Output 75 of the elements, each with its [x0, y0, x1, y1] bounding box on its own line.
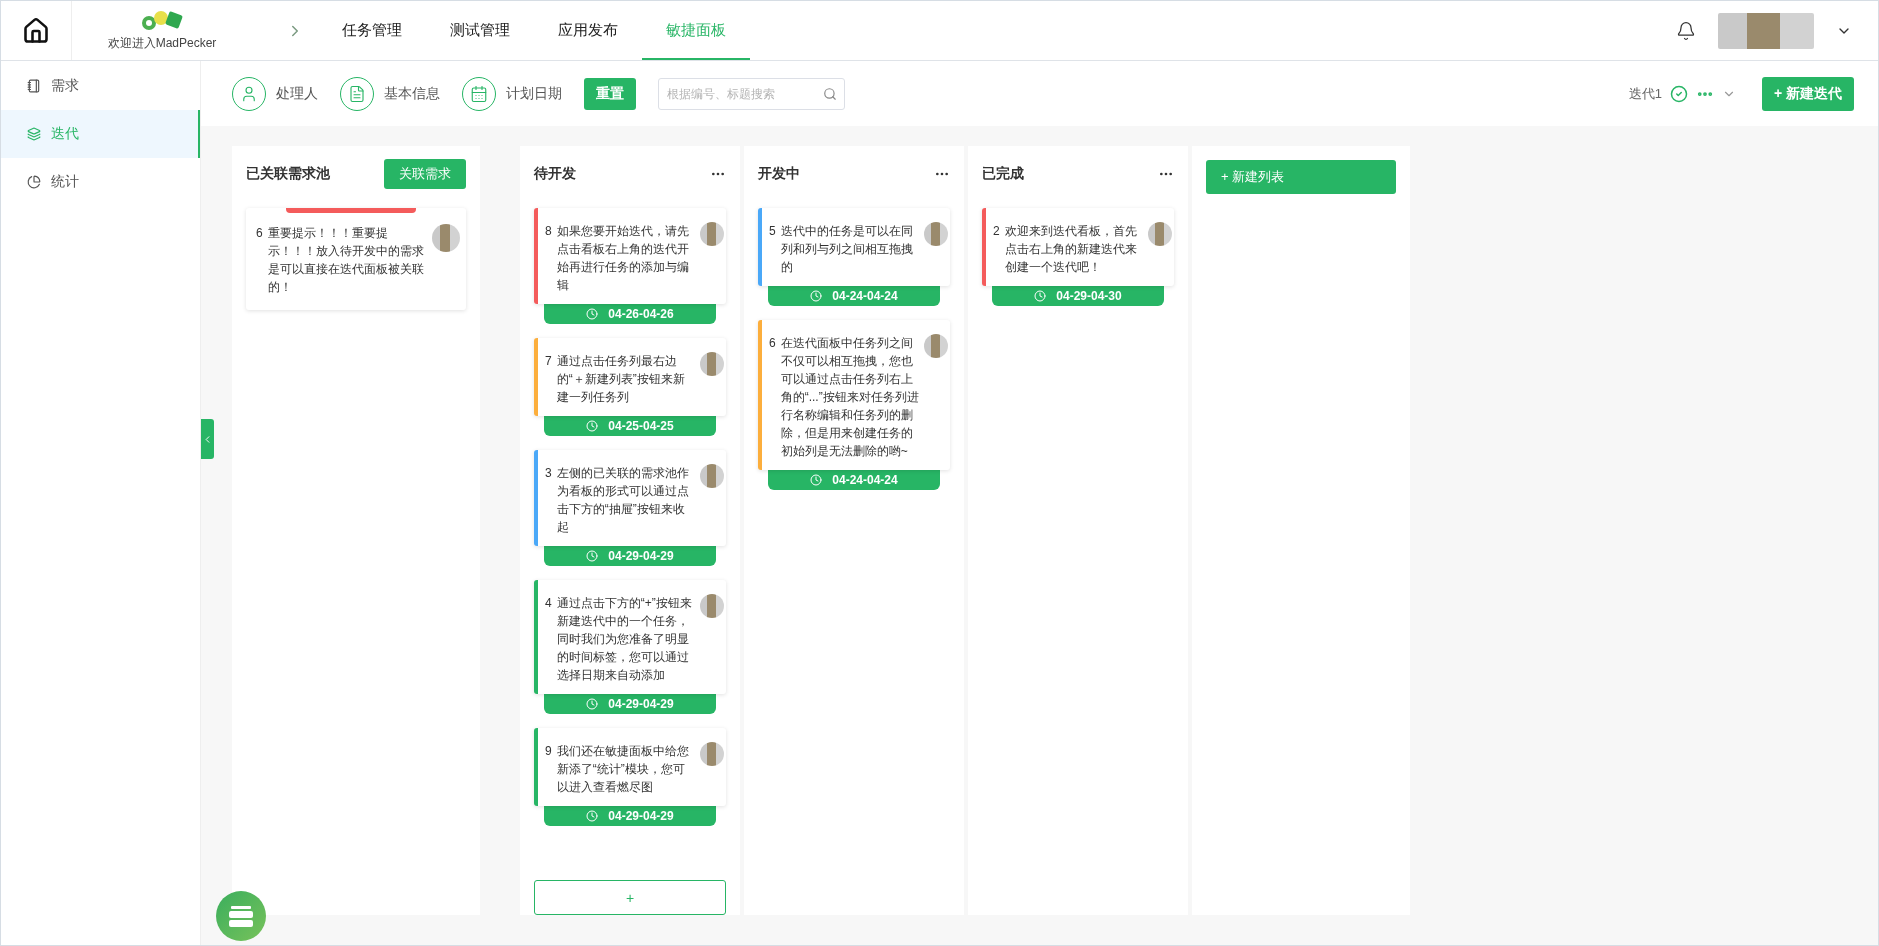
home-icon[interactable]	[22, 16, 50, 45]
clock-icon	[586, 810, 599, 822]
task-text: 在迭代面板中任务列之间不仅可以相互拖拽，您也可以通过点击任务列右上角的“...”按钮来对任务列进行名称编辑和任务列的删除，但是用来创建任务的初始列是无法删除的哟~	[780, 335, 919, 460]
task-number: 6	[256, 225, 263, 242]
clock-icon	[586, 420, 599, 432]
task-card[interactable]: 9 我们还在敏捷面板中给您新添了“统计”模块，您可以进入查看燃尽图	[534, 728, 726, 806]
date-text: 04-29-04-29	[608, 697, 674, 711]
check-icon	[1669, 84, 1688, 103]
task-text: 迭代中的任务是可以在同列和列与列之间相互拖拽的	[780, 223, 914, 276]
task-card[interactable]: 6 在迭代面板中任务列之间不仅可以相互拖拽，您也可以通过点击任务列右上角的“...”按钮来对任务列进行名称编辑和任务列的删除，但是用来创建任务的初始列是无法删除的哟~	[758, 320, 950, 470]
filter-button[interactable]: 计划日期	[462, 76, 562, 111]
task-text: 我们还在敏捷面板中给您新添了“统计”模块，您可以进入查看燃尽图	[556, 743, 690, 796]
bell-icon[interactable]	[1676, 20, 1696, 41]
task-text: 重要提示！！！重要提示！！！放入待开发中的需求是可以直接在迭代面板被关联的！	[267, 225, 425, 296]
task-card[interactable]: 3 左侧的已关联的需求池作为看板的形式可以通过点击下方的“抽屉”按钮来收起	[534, 450, 726, 546]
date-text: 04-26-04-26	[608, 307, 674, 321]
task-text: 左侧的已关联的需求池作为看板的形式可以通过点击下方的“抽屉”按钮来收起	[556, 465, 690, 536]
filter-button[interactable]: 基本信息	[340, 76, 440, 111]
nav-tab[interactable]: 应用发布	[534, 2, 642, 60]
avatar-icon	[1148, 222, 1172, 246]
avatar-icon	[432, 224, 460, 252]
welcome-text: 欢迎进入MadPecker	[107, 35, 217, 52]
column-title: 已关联需求池	[246, 165, 330, 183]
task-card[interactable]: 7 通过点击任务列最右边的“＋新建列表”按钮来新建一列任务列	[534, 338, 726, 416]
search-field[interactable]: 根据编号、标题搜索	[658, 77, 845, 110]
avatar-icon	[700, 352, 724, 376]
column-title: 开发中	[758, 165, 800, 183]
task-number: 4	[545, 595, 552, 612]
clock-icon	[586, 550, 599, 562]
clock-icon	[586, 308, 599, 320]
date-text: 04-29-04-29	[608, 809, 674, 823]
clock-icon	[810, 474, 823, 486]
task-number: 7	[545, 353, 552, 370]
pie-chart-icon	[27, 175, 41, 189]
date-text: 04-29-04-29	[608, 549, 674, 563]
date-text: 04-24-04-24	[832, 289, 898, 303]
nav-tab[interactable]: 任务管理	[318, 2, 426, 60]
task-text: 通过点击下方的“+”按钮来新建迭代中的一个任务，同时我们为您准备了明显的时间标签，您可以通过选择日期来自动添加	[556, 595, 693, 684]
avatar-icon	[924, 334, 948, 358]
clock-icon	[1034, 290, 1047, 302]
clock-icon	[810, 290, 823, 302]
task-text: 欢迎来到迭代看板，首先点击右上角的新建迭代来创建一个迭代吧！	[1004, 223, 1138, 276]
avatar-icon	[700, 742, 724, 766]
date-text: 04-29-04-30	[1056, 289, 1122, 303]
requirement-card[interactable]: 6 重要提示！！！重要提示！！！放入待开发中的需求是可以直接在迭代面板被关联的！	[246, 208, 466, 310]
search-icon	[823, 86, 837, 101]
user-avatar[interactable]	[1718, 12, 1814, 49]
task-card[interactable]: 2 欢迎来到迭代看板，首先点击右上角的新建迭代来创建一个迭代吧！	[982, 208, 1174, 286]
nav-tab[interactable]: 测试管理	[426, 2, 534, 60]
avatar-icon	[700, 464, 724, 488]
iteration-label: 迭代1	[1628, 84, 1662, 103]
task-text: 如果您要开始迭代，请先点击看板右上角的迭代开始再进行任务的添加与编辑	[556, 223, 690, 294]
filter-button[interactable]: 处理人	[232, 76, 318, 111]
layers-icon	[27, 127, 41, 141]
clock-icon	[586, 698, 599, 710]
notebook-icon	[27, 79, 41, 93]
task-card[interactable]: 5 迭代中的任务是可以在同列和列与列之间相互拖拽的	[758, 208, 950, 286]
task-number: 2	[993, 223, 1000, 240]
date-text: 04-24-04-24	[832, 473, 898, 487]
task-number: 3	[545, 465, 552, 482]
date-text: 04-25-04-25	[608, 419, 674, 433]
drawer-icon	[229, 905, 253, 927]
logo-icon	[139, 9, 185, 33]
task-card[interactable]: 8 如果您要开始迭代，请先点击看板右上角的迭代开始再进行任务的添加与编辑	[534, 208, 726, 304]
task-number: 8	[545, 223, 552, 240]
task-number: 9	[545, 743, 552, 760]
column-title: 待开发	[534, 165, 576, 183]
avatar-icon	[924, 222, 948, 246]
column-title: 已完成	[982, 165, 1024, 183]
task-number: 6	[769, 335, 776, 352]
task-text: 通过点击任务列最右边的“＋新建列表”按钮来新建一列任务列	[556, 353, 686, 406]
avatar-icon	[700, 594, 724, 618]
avatar-icon	[700, 222, 724, 246]
task-card[interactable]: 4 通过点击下方的“+”按钮来新建迭代中的一个任务，同时我们为您准备了明显的时间标签，您可以通过选择日期来自动添加	[534, 580, 726, 694]
task-number: 5	[769, 223, 776, 240]
